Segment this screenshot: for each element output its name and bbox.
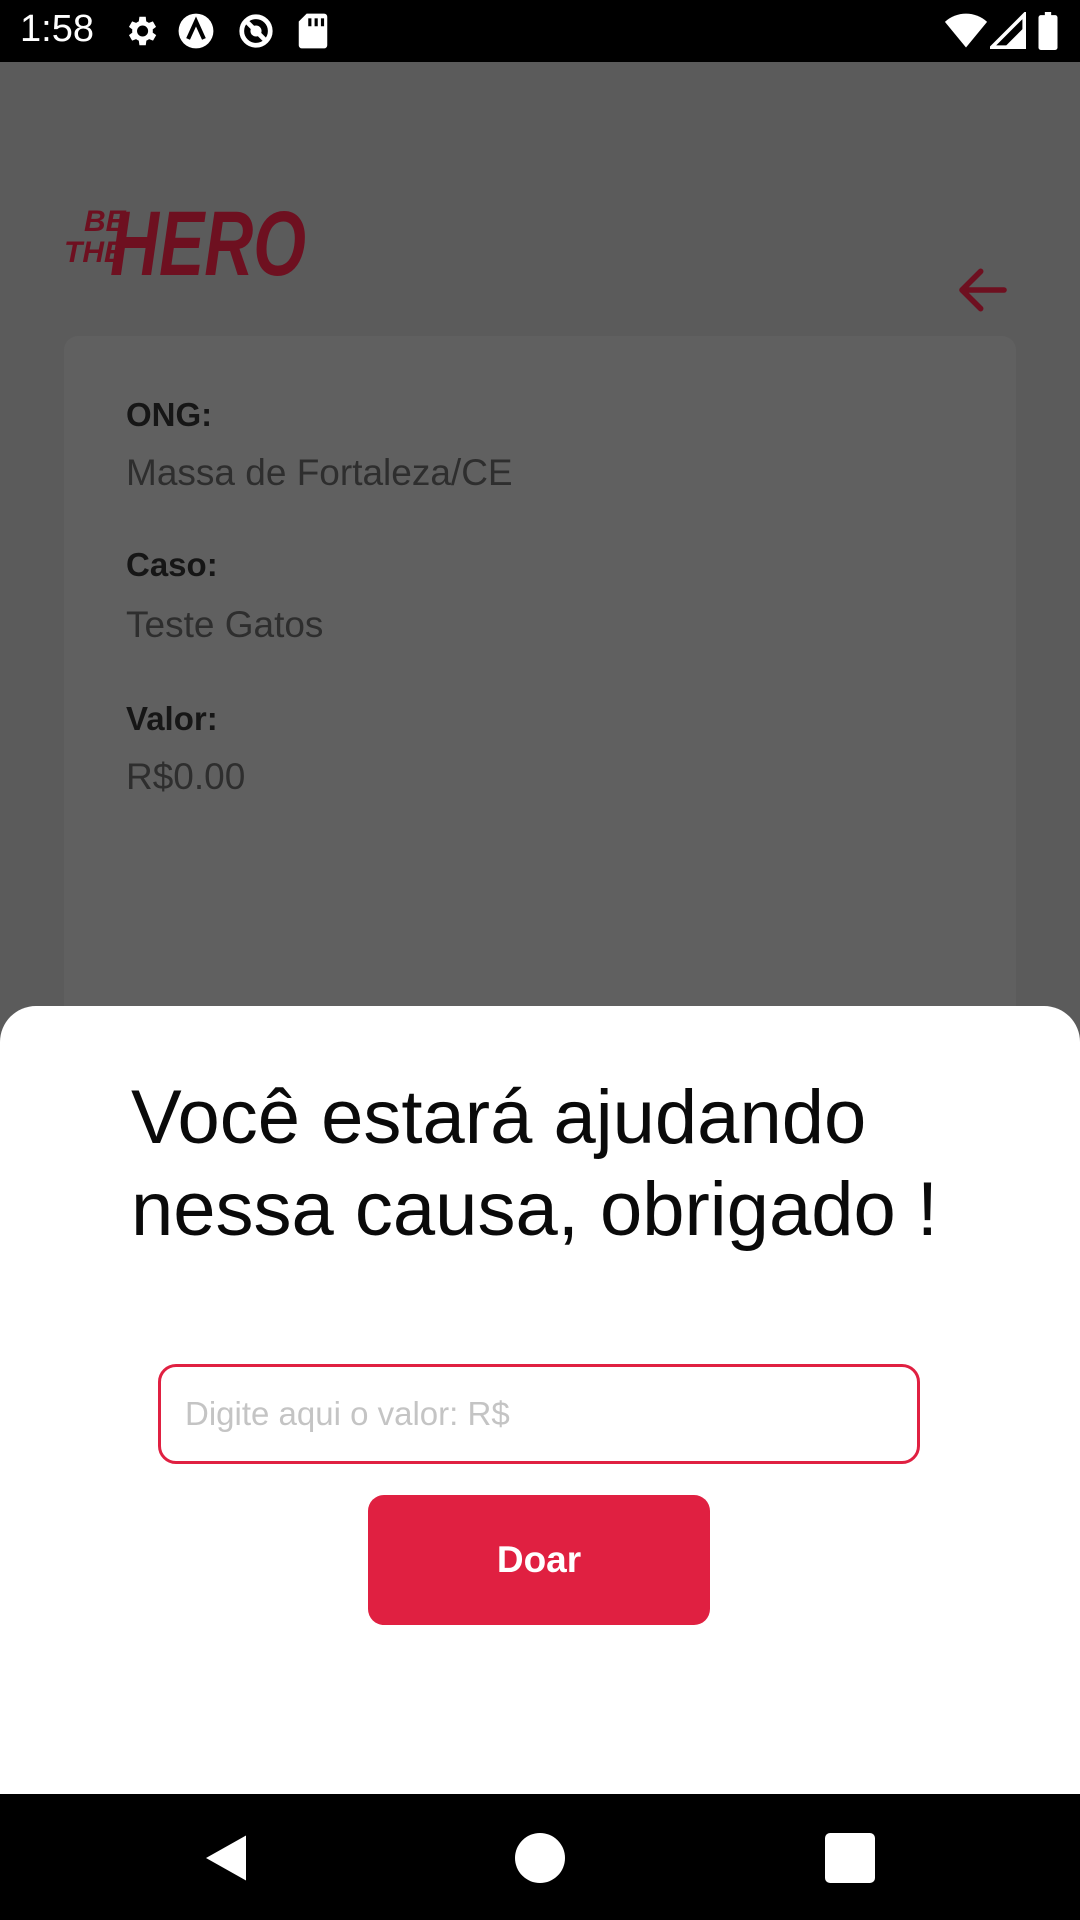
case-label: Caso: (126, 546, 218, 583)
arrow-left-icon[interactable] (955, 262, 1011, 318)
case-value: Teste Gatos (126, 604, 324, 645)
navigation-bar (0, 1794, 1080, 1920)
donation-bottom-sheet: Você estará ajudando nessa causa, obriga… (0, 1006, 1080, 1794)
status-time: 1:58 (20, 8, 94, 50)
value-label: Valor: (126, 700, 218, 737)
back-triangle-icon[interactable] (196, 1828, 256, 1888)
wifi-icon (944, 13, 988, 48)
sd-card-icon (298, 13, 328, 49)
battery-icon (1038, 12, 1058, 50)
svg-text:HERO: HERO (110, 193, 306, 287)
value-amount: R$0.00 (126, 756, 246, 797)
incident-card: ONG: Massa de Fortaleza/CE Caso: Teste G… (64, 336, 1016, 1096)
donate-button[interactable]: Doar (368, 1495, 710, 1625)
blocked-icon (239, 14, 273, 48)
status-bar: 1:58 (0, 0, 1080, 62)
signal-icon (990, 12, 1026, 49)
be-the-hero-logo: BE THE HERO (64, 193, 306, 287)
ong-value: Massa de Fortaleza/CE (126, 452, 513, 493)
a-icon (178, 13, 214, 49)
settings-icon (128, 16, 157, 46)
sheet-title: Você estará ajudando nessa causa, obriga… (131, 1075, 938, 1252)
home-circle-icon[interactable] (510, 1828, 570, 1888)
recents-square-icon[interactable] (820, 1828, 880, 1888)
ong-label: ONG: (126, 396, 213, 433)
donation-value-input[interactable] (158, 1364, 920, 1464)
